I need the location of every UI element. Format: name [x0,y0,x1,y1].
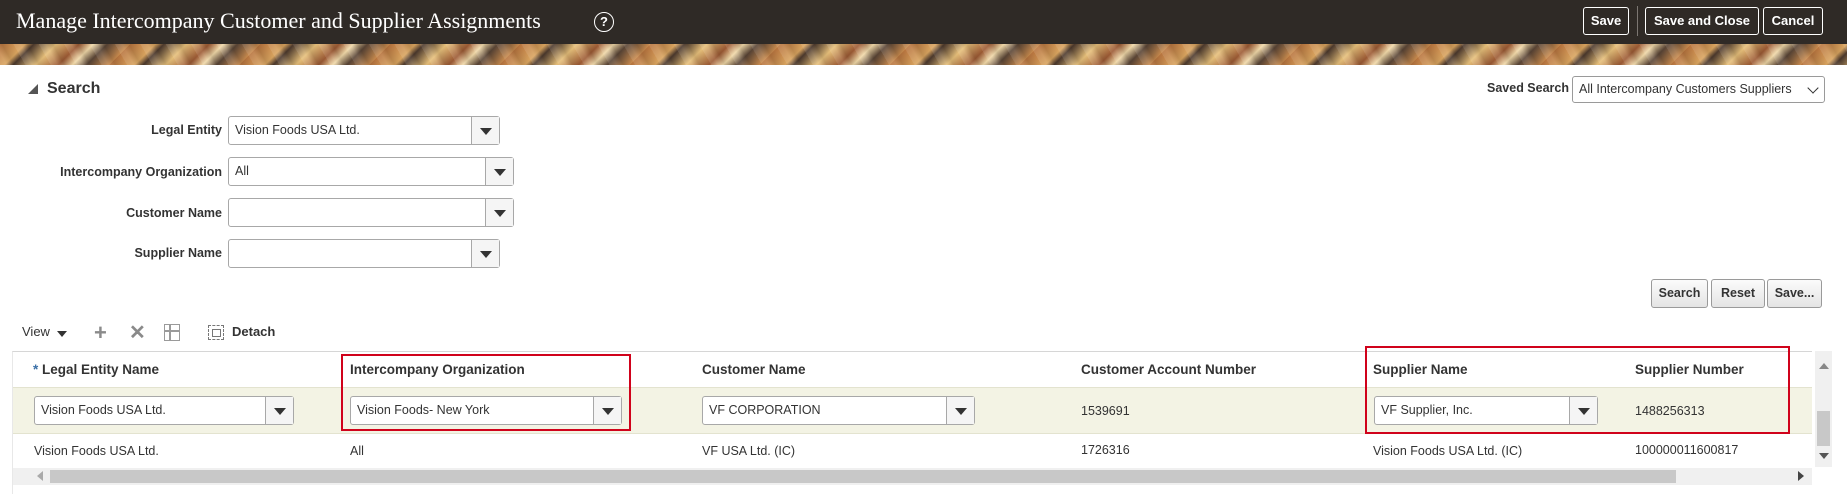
legal-entity-field[interactable]: Vision Foods USA Ltd. [228,116,500,145]
saved-search-select[interactable]: All Intercompany Customers Suppliers [1572,76,1825,103]
scroll-left-arrow-icon[interactable] [37,471,43,481]
row-legal-entity-name: Vision Foods USA Ltd. [34,444,159,458]
row-supplier-number: 100000011600817 [1635,443,1739,457]
header-separator [1637,6,1638,36]
chevron-down-icon [1807,82,1819,94]
dropdown-button[interactable] [946,397,974,424]
view-menu[interactable]: View [22,324,50,339]
cancel-button[interactable]: Cancel [1763,7,1823,35]
dropdown-arrow-icon [494,210,506,217]
dropdown-button[interactable] [485,158,513,185]
decorative-banner [0,44,1847,65]
delete-row-icon[interactable]: ✕ [129,322,146,344]
highlight-box-supplier [1365,346,1790,434]
detach-button[interactable]: Detach [232,324,275,339]
vertical-scrollbar-thumb[interactable] [1817,411,1830,446]
detach-icon[interactable] [208,325,224,340]
dropdown-button[interactable] [471,117,499,144]
dropdown-button[interactable] [471,240,499,267]
column-header-customer-name[interactable]: Customer Name [702,362,806,377]
scroll-right-arrow-icon[interactable] [1798,471,1804,481]
column-header-customer-account-number[interactable]: Customer Account Number [1081,362,1256,377]
intercompany-organization-label: Intercompany Organization [60,165,222,179]
saved-search-label: Saved Search [1487,81,1569,95]
row-legal-entity-name-field[interactable]: Vision Foods USA Ltd. [34,396,294,425]
dropdown-button[interactable] [485,199,513,226]
row-customer-name: VF USA Ltd. (IC) [702,444,796,458]
supplier-name-field[interactable] [228,239,500,268]
help-icon[interactable]: ? [594,12,614,32]
row-customer-name-field[interactable]: VF CORPORATION [702,396,975,425]
horizontal-scrollbar-thumb[interactable] [50,470,1676,483]
search-panel-title: Search [47,80,101,97]
freeze-column-icon[interactable] [164,324,180,341]
table-row[interactable] [13,434,1812,467]
supplier-name-label: Supplier Name [134,246,222,260]
row-supplier-name: Vision Foods USA Ltd. (IC) [1373,444,1523,458]
collapse-triangle-icon[interactable] [28,84,38,94]
highlight-box-intercompany-organization [341,354,631,431]
add-row-icon[interactable]: + [94,322,107,344]
dropdown-arrow-icon [274,408,286,415]
save-search-button[interactable]: Save... [1767,279,1822,308]
saved-search-value: All Intercompany Customers Suppliers [1579,82,1792,96]
page-header: Manage Intercompany Customer and Supplie… [0,0,1847,44]
dropdown-arrow-icon [494,169,506,176]
scroll-up-arrow-icon[interactable] [1819,363,1829,369]
customer-name-label: Customer Name [126,206,222,220]
legal-entity-label: Legal Entity [151,123,222,137]
row-intercompany-organization: All [350,444,364,458]
dropdown-arrow-icon [480,251,492,258]
save-and-close-button[interactable]: Save and Close [1645,7,1759,35]
column-header-legal-entity-name[interactable]: * Legal Entity Name [33,362,159,377]
required-marker: * [33,362,39,377]
page-title: Manage Intercompany Customer and Supplie… [16,8,541,33]
row-customer-name-value: VF CORPORATION [709,403,821,417]
column-header-label: Legal Entity Name [42,362,160,377]
scroll-down-arrow-icon[interactable] [1819,453,1829,459]
customer-name-field[interactable] [228,198,514,227]
row-customer-account-number: 1539691 [1081,404,1130,418]
save-button[interactable]: Save [1583,7,1629,35]
intercompany-organization-value: All [235,164,249,178]
reset-button[interactable]: Reset [1711,279,1765,308]
dropdown-arrow-icon [480,128,492,135]
search-button[interactable]: Search [1651,279,1708,308]
dropdown-arrow-icon [955,408,967,415]
view-dropdown-icon[interactable] [57,331,67,337]
row-legal-entity-name-value: Vision Foods USA Ltd. [41,403,166,417]
dropdown-button[interactable] [265,397,293,424]
row-customer-account-number: 1726316 [1081,443,1130,457]
intercompany-organization-field[interactable]: All [228,157,514,186]
legal-entity-value: Vision Foods USA Ltd. [235,123,360,137]
